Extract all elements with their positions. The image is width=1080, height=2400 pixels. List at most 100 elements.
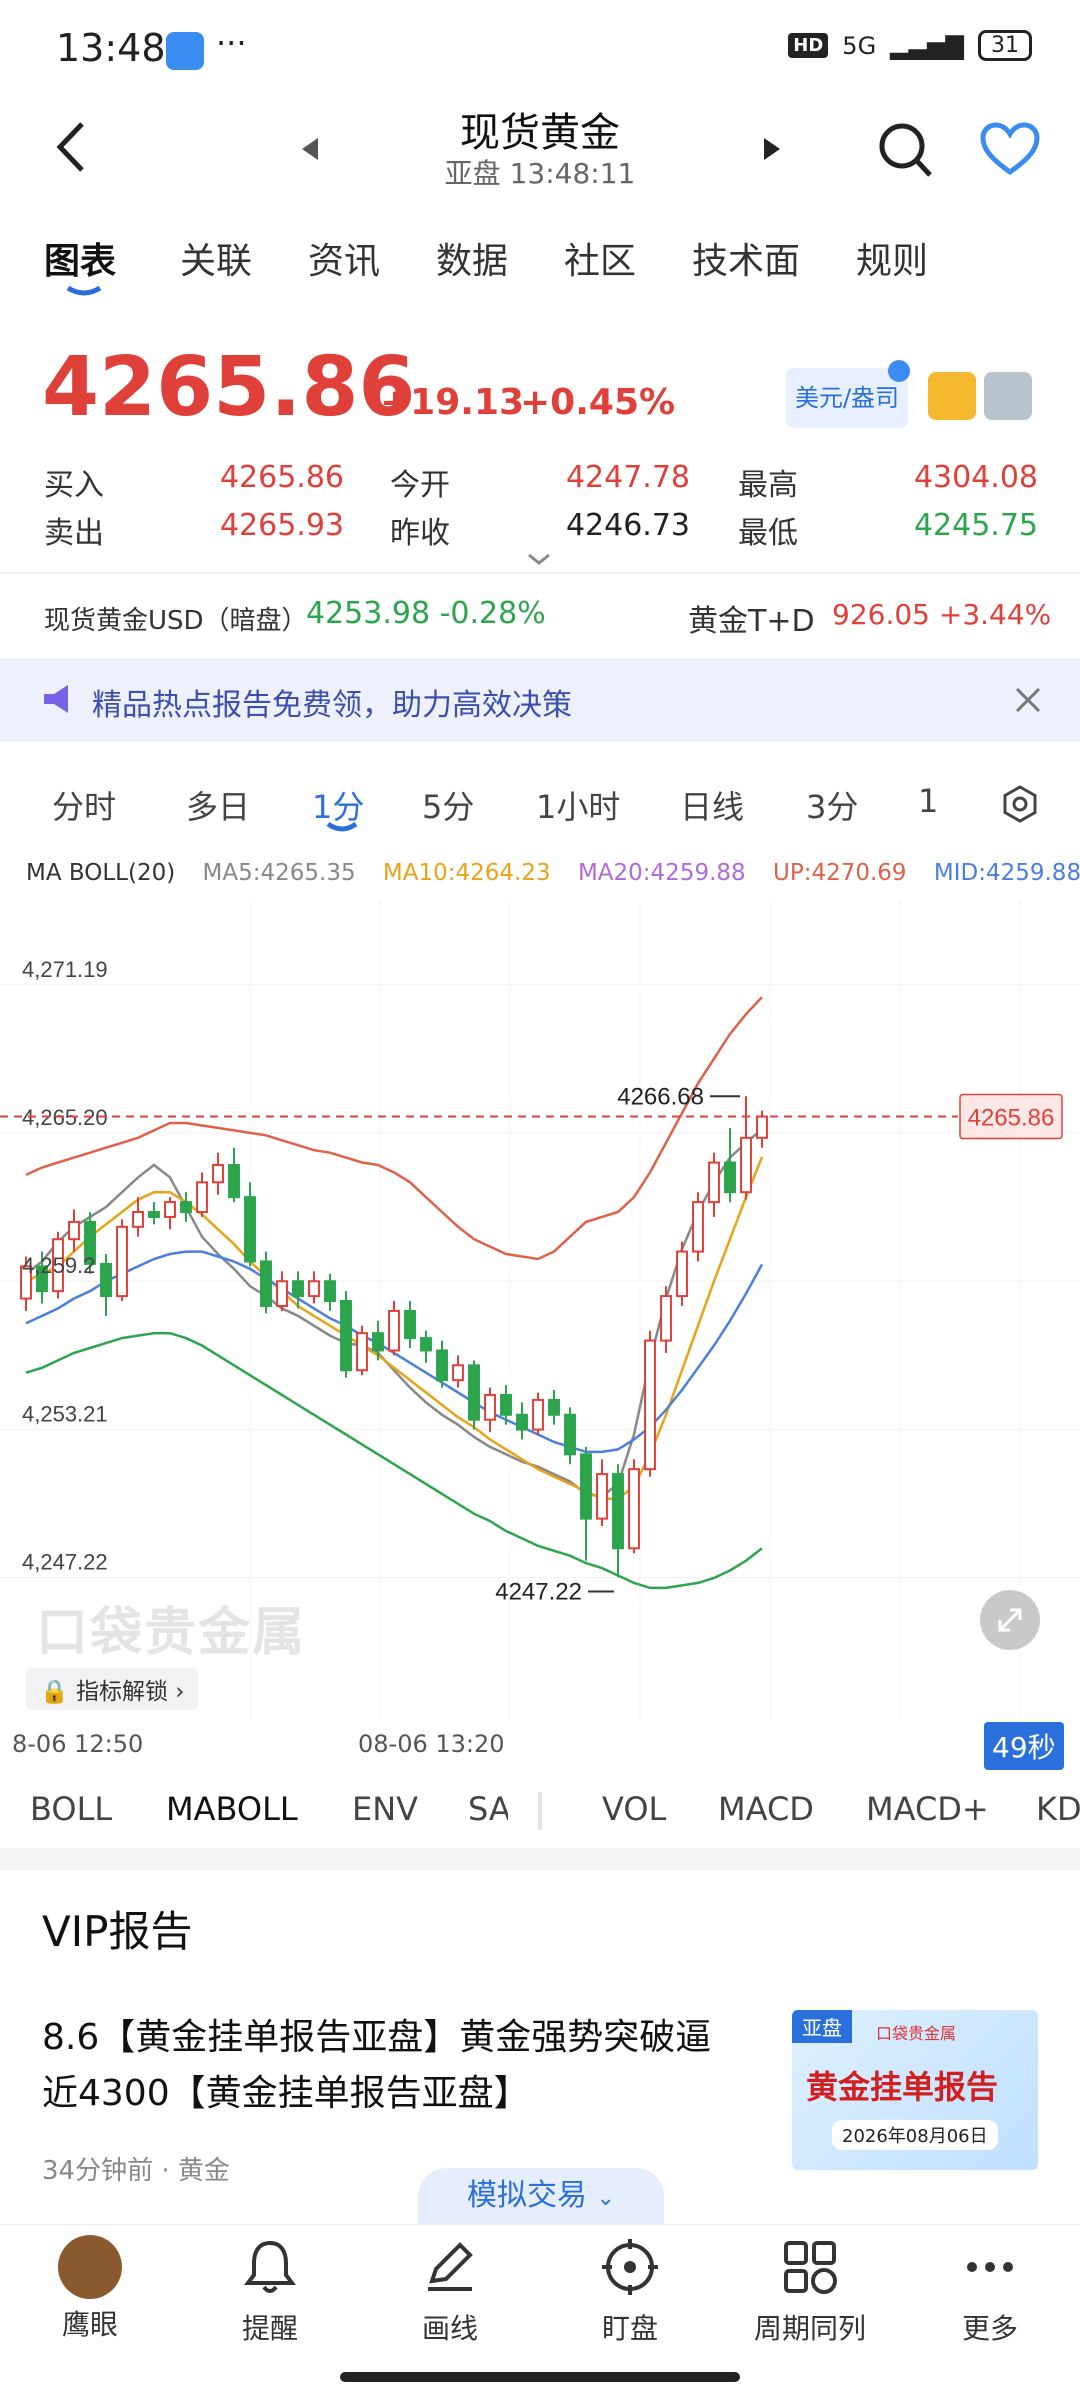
candle-body [180, 1201, 192, 1214]
nav-watch[interactable]: 盯盘 [540, 2235, 720, 2347]
candle-body [516, 1413, 528, 1431]
bottom-nav: 鹰眼 提醒 画线 盯盘 周期同列 更多 [0, 2224, 1080, 2364]
candle-body [500, 1393, 512, 1416]
megaphone-icon [44, 685, 68, 713]
vip-section-title: VIP报告 [42, 1907, 193, 1956]
low-value: 4245.75 [913, 508, 1038, 543]
nav-eagle-eye-label: 鹰眼 [61, 2308, 118, 2341]
nav-draw[interactable]: 画线 [360, 2235, 540, 2347]
promo-banner[interactable]: 精品热点报告免费领，助力高效决策 [0, 658, 1080, 742]
gold-coin-icon[interactable] [928, 372, 976, 420]
tab-related[interactable]: 关联 [180, 232, 252, 284]
indicator-kd[interactable]: KD [1036, 1790, 1080, 1828]
candle-body [756, 1115, 768, 1139]
td-value: 926.05 +3.44% [832, 598, 1052, 631]
close-icon[interactable] [1014, 686, 1042, 714]
settings-badge-icon[interactable] [984, 372, 1032, 420]
expand-chevron-icon[interactable] [526, 552, 552, 566]
favorite-heart-icon[interactable] [980, 122, 1040, 180]
pencil-icon [428, 2242, 473, 2291]
app-notification-icon [166, 32, 204, 70]
indicator-env[interactable]: ENV [352, 1790, 418, 1828]
low-label: 最低 [738, 516, 798, 551]
tab-chart[interactable]: 图表 [44, 232, 116, 284]
candle-body [740, 1136, 752, 1194]
simulated-trade-button[interactable]: 模拟交易 ⌄ [418, 2168, 664, 2224]
nav-eagle-eye[interactable]: 鹰眼 [0, 2235, 180, 2343]
period-3m[interactable]: 3分 [806, 782, 858, 828]
report-meta: 34分钟前 · 黄金 [42, 2156, 230, 2186]
sell-value: 4265.93 [219, 508, 344, 543]
nav-multi-period[interactable]: 周期同列 [720, 2235, 900, 2347]
period-indicator [326, 822, 358, 832]
last-price-tag: 4265.86 [968, 1105, 1055, 1132]
indicator-macd-plus[interactable]: MACD+ [866, 1790, 989, 1828]
period-more[interactable]: 1 [918, 782, 938, 820]
tab-data[interactable]: 数据 [436, 232, 508, 284]
legend-mid: MID:4259.88 [933, 860, 1080, 886]
unlock-indicators-button[interactable]: 🔒 指标解锁 › [26, 1668, 199, 1710]
fullscreen-icon[interactable] [980, 1590, 1040, 1650]
report-title[interactable]: 8.6【黄金挂单报告亚盘】黄金强势突破逼近4300【黄金挂单报告亚盘】 [42, 2010, 742, 2122]
top-tabs: 图表 关联 资讯 数据 社区 技术面 规则 [0, 222, 1080, 302]
high-marker-label: 4266.68 [617, 1083, 704, 1110]
thumb-brand: 口袋贵金属 [876, 2024, 957, 2043]
indicator-vol[interactable]: VOL [602, 1790, 666, 1828]
candle-body [708, 1161, 720, 1204]
candle-body [404, 1309, 416, 1340]
prev-close-value: 4246.73 [565, 508, 690, 543]
chart-settings-icon[interactable] [1000, 784, 1040, 824]
period-5m[interactable]: 5分 [422, 782, 474, 828]
period-intraday[interactable]: 分时 [52, 782, 116, 828]
indicator-tabs: BOLL MABOLL ENV SA VOL MACD MACD+ KD [0, 1790, 1080, 1840]
nav-more[interactable]: 更多 [900, 2235, 1080, 2347]
indicator-boll[interactable]: BOLL [30, 1790, 112, 1828]
candle-body [228, 1164, 240, 1199]
candle-body [548, 1398, 560, 1416]
indicator-sa[interactable]: SA [468, 1790, 508, 1828]
related-quotes-row[interactable]: 现货黄金USD（暗盘） 4253.98 -0.28% 黄金T+D 926.05 … [0, 590, 1080, 640]
indicator-maboll[interactable]: MABOLL [166, 1790, 298, 1828]
legend-ma10: MA10:4264.23 [382, 860, 551, 886]
buy-label: 买入 [44, 468, 104, 503]
tab-news[interactable]: 资讯 [308, 232, 380, 284]
candle-body [644, 1339, 656, 1471]
candle-body [532, 1398, 544, 1431]
status-time: 13:48 [56, 26, 166, 70]
legend-up: UP:4270.69 [772, 860, 907, 886]
candle-body [196, 1181, 208, 1213]
candle-body [340, 1300, 352, 1372]
indicator-legend: MA BOLL(20) MA5:4265.35 MA10:4264.23 MA2… [26, 860, 1080, 886]
candle-body [628, 1468, 640, 1550]
tab-indicator [66, 286, 102, 296]
hd-badge: HD [788, 33, 829, 58]
thumb-title: 黄金挂单报告 [806, 2068, 999, 2106]
period-multiday[interactable]: 多日 [186, 782, 250, 828]
y-axis-label: 4,259.2 [22, 1253, 95, 1278]
price-change: +19.13 [380, 382, 525, 423]
last-price: 4265.86 [42, 340, 416, 435]
status-bar: 13:48 ··· HD 5G ▂▃▅▇ 31 [0, 0, 1080, 100]
candle-body [660, 1295, 672, 1342]
section-gap [0, 1848, 1080, 1870]
price-change-pct: +0.45% [520, 382, 676, 423]
candle-body [452, 1364, 464, 1382]
price-chart[interactable]: 4,271.19 4,265.20 4,259.2 4,253.21 4,247.22 4… [0, 900, 1080, 1770]
period-daily[interactable]: 日线 [680, 782, 744, 828]
search-icon[interactable] [878, 120, 934, 184]
y-axis-label: 4,253.21 [22, 1401, 108, 1426]
candle-body [580, 1453, 592, 1520]
candle-body [468, 1364, 480, 1421]
tab-rules[interactable]: 规则 [856, 232, 928, 284]
tab-community[interactable]: 社区 [564, 232, 636, 284]
tab-technical[interactable]: 技术面 [692, 232, 800, 284]
candle-body [244, 1196, 256, 1263]
next-instrument-icon[interactable] [762, 136, 782, 166]
indicator-macd[interactable]: MACD [718, 1790, 814, 1828]
unlock-label: 指标解锁 [75, 1679, 168, 1705]
candle-body [564, 1413, 576, 1456]
nav-alert[interactable]: 提醒 [180, 2235, 360, 2347]
report-thumbnail[interactable]: 亚盘 口袋贵金属 黄金挂单报告 2026年08月06日 [792, 2010, 1038, 2170]
buy-value: 4265.86 [219, 460, 344, 495]
period-1h[interactable]: 1小时 [536, 782, 620, 828]
